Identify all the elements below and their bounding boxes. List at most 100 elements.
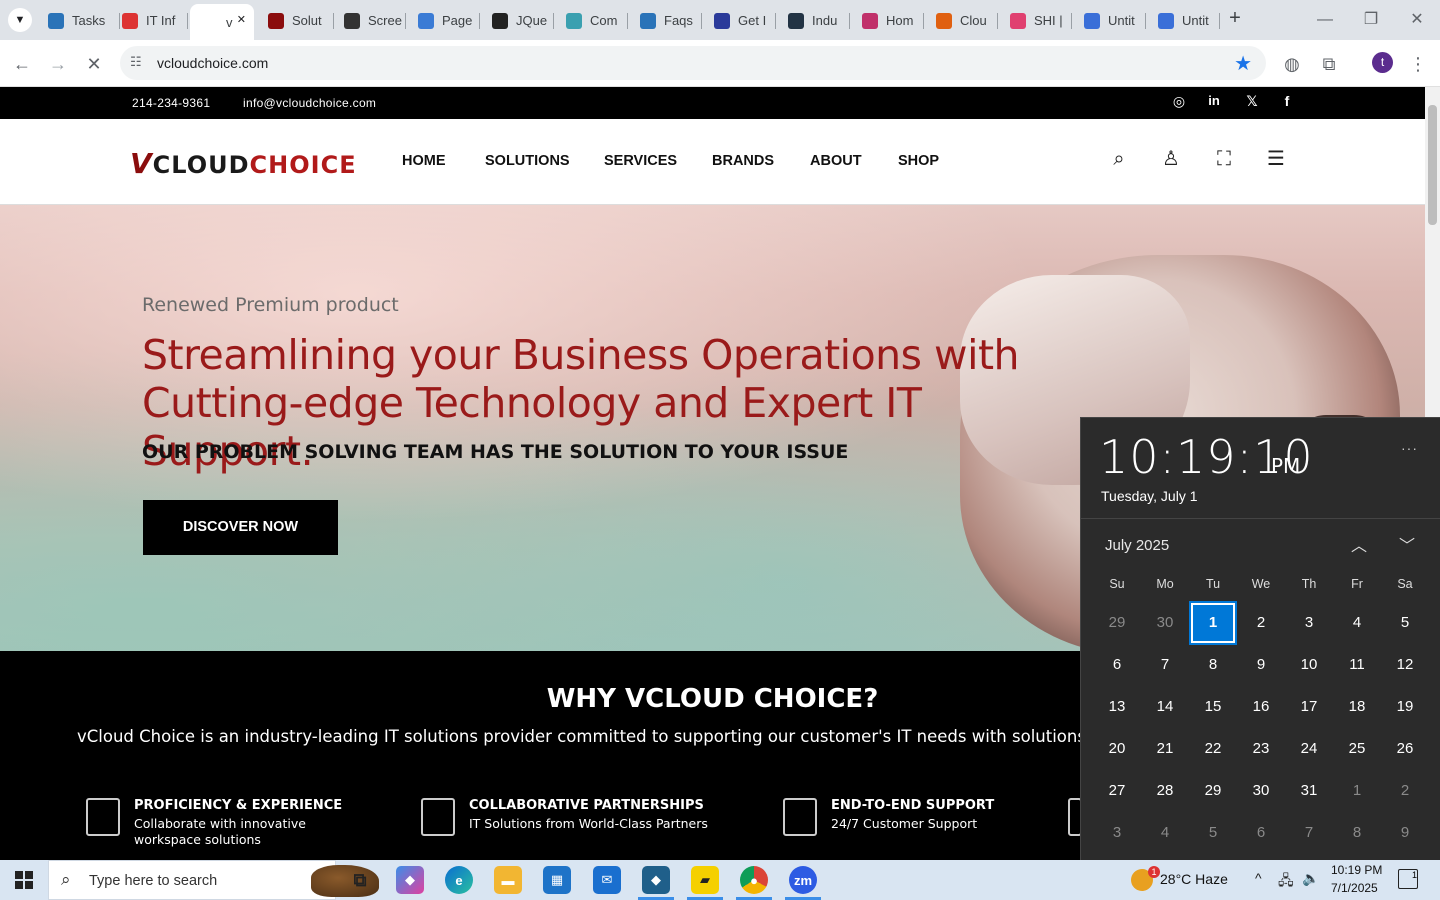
calendar-day[interactable]: 7 <box>1143 645 1187 685</box>
nav-about[interactable]: ABOUT <box>810 153 862 169</box>
bookmark-star-icon[interactable]: ★ <box>1234 51 1252 76</box>
url-text[interactable]: vcloudchoice.com <box>157 55 268 71</box>
calendar-day[interactable]: 24 <box>1287 729 1331 769</box>
stop-loading-icon[interactable]: ✕ <box>82 52 106 76</box>
calendar-day[interactable]: 20 <box>1095 729 1139 769</box>
browser-tab[interactable]: Tasks <box>48 5 120 36</box>
shopping-bag-icon[interactable]: ⛶ <box>1212 147 1236 171</box>
sticky-notes-icon[interactable]: ▰ <box>691 866 719 894</box>
weather-widget[interactable]: 28°C Haze <box>1160 871 1228 887</box>
calendar-day[interactable]: 4 <box>1143 813 1187 853</box>
taskbar-search-box[interactable]: ⌕ Type here to search <box>48 860 379 900</box>
start-button[interactable] <box>0 860 48 900</box>
app-icon[interactable]: ◆ <box>642 866 670 894</box>
mail-icon[interactable]: ✉ <box>593 866 621 894</box>
calendar-day[interactable]: 19 <box>1383 687 1427 727</box>
calendar-day[interactable]: 4 <box>1335 603 1379 643</box>
zoom-icon[interactable]: zm <box>789 866 817 894</box>
browser-tab[interactable]: Scree <box>344 5 406 36</box>
x-twitter-icon[interactable]: 𝕏 <box>1243 93 1261 110</box>
browser-tab[interactable]: Hom <box>862 5 924 36</box>
browser-tab[interactable]: v ✕ <box>190 4 254 40</box>
calendar-day[interactable]: 30 <box>1143 603 1187 643</box>
nav-solutions[interactable]: SOLUTIONS <box>485 153 570 169</box>
calendar-day[interactable]: 17 <box>1287 687 1331 727</box>
calendar-day[interactable]: 10 <box>1287 645 1331 685</box>
calendar-day[interactable]: 26 <box>1383 729 1427 769</box>
task-view-icon[interactable]: ⧉ <box>346 866 374 894</box>
calendar-day[interactable]: 7 <box>1287 813 1331 853</box>
forward-arrow-icon[interactable]: → <box>46 52 70 76</box>
calendar-day[interactable]: 3 <box>1287 603 1331 643</box>
profile-avatar[interactable]: t <box>1372 52 1393 73</box>
browser-tab[interactable]: JQue <box>492 5 554 36</box>
calendar-day[interactable]: 14 <box>1143 687 1187 727</box>
notification-center-icon[interactable]: 1 <box>1398 869 1418 889</box>
calendar-day[interactable]: 13 <box>1095 687 1139 727</box>
calendar-day[interactable]: 6 <box>1095 645 1139 685</box>
calendar-day[interactable]: 6 <box>1239 813 1283 853</box>
calendar-day[interactable]: 12 <box>1383 645 1427 685</box>
calendar-day-today[interactable]: 1 <box>1189 601 1237 645</box>
tab-search-button[interactable]: ▼ <box>8 8 32 32</box>
phone-number[interactable]: 214-234-9361 <box>132 96 210 110</box>
calendar-day[interactable]: 2 <box>1383 771 1427 811</box>
address-bar[interactable]: ☷ vcloudchoice.com ★ <box>120 46 1266 80</box>
scrollbar-thumb[interactable] <box>1428 105 1437 225</box>
new-tab-button[interactable]: + <box>1224 8 1246 30</box>
calendar-month[interactable]: July 2025 <box>1105 537 1169 554</box>
calendar-day[interactable]: 8 <box>1335 813 1379 853</box>
chevron-down-icon[interactable]: ﹀ <box>1395 532 1419 556</box>
search-placeholder[interactable]: Type here to search <box>89 873 217 889</box>
browser-tab[interactable]: Page <box>418 5 480 36</box>
browser-tab[interactable]: SHI | <box>1010 5 1072 36</box>
account-icon[interactable]: ♙ <box>1159 147 1183 171</box>
nav-services[interactable]: SERVICES <box>604 153 677 169</box>
nav-shop[interactable]: SHOP <box>898 153 939 169</box>
calendar-day[interactable]: 15 <box>1191 687 1235 727</box>
nav-home[interactable]: HOME <box>402 153 446 169</box>
close-tab-icon[interactable]: ✕ <box>237 13 246 26</box>
calendar-day[interactable]: 30 <box>1239 771 1283 811</box>
facebook-icon[interactable]: f <box>1278 93 1296 109</box>
calendar-day[interactable]: 29 <box>1191 771 1235 811</box>
hamburger-menu-icon[interactable]: ☰ <box>1264 147 1288 171</box>
browser-tab[interactable]: Faqs <box>640 5 702 36</box>
calendar-day[interactable]: 9 <box>1239 645 1283 685</box>
browser-tab[interactable]: Indu <box>788 5 850 36</box>
calendar-day[interactable]: 18 <box>1335 687 1379 727</box>
browser-tab[interactable]: Clou <box>936 5 998 36</box>
back-arrow-icon[interactable]: ← <box>10 52 34 76</box>
more-options-icon[interactable]: ··· <box>1401 440 1418 456</box>
edge-icon[interactable]: e <box>445 866 473 894</box>
calendar-day[interactable]: 5 <box>1191 813 1235 853</box>
calendar-day[interactable]: 2 <box>1239 603 1283 643</box>
instagram-icon[interactable]: ◎ <box>1170 93 1188 110</box>
calendar-day[interactable]: 23 <box>1239 729 1283 769</box>
calendar-day[interactable]: 16 <box>1239 687 1283 727</box>
browser-tab[interactable]: Untit <box>1158 5 1220 36</box>
calendar-day[interactable]: 31 <box>1287 771 1331 811</box>
calendar-day[interactable]: 8 <box>1191 645 1235 685</box>
restore-button[interactable]: ❐ <box>1356 8 1386 32</box>
calendar-day[interactable]: 22 <box>1191 729 1235 769</box>
vcloudchoice-logo[interactable]: VCLOUDCHOICE <box>130 147 357 180</box>
network-icon[interactable]: 🖧 <box>1278 870 1294 894</box>
calendar-day[interactable]: 9 <box>1383 813 1427 853</box>
close-window-button[interactable]: ✕ <box>1402 8 1432 32</box>
flyout-date[interactable]: Tuesday, July 1 <box>1101 488 1198 504</box>
volume-icon[interactable]: 🔈 <box>1302 870 1319 887</box>
calendar-day[interactable]: 1 <box>1335 771 1379 811</box>
calendar-day[interactable]: 3 <box>1095 813 1139 853</box>
calendar-day[interactable]: 29 <box>1095 603 1139 643</box>
discover-now-button[interactable]: DISCOVER NOW <box>143 500 338 555</box>
microsoft-store-icon[interactable]: ▦ <box>543 866 571 894</box>
chrome-icon[interactable]: ● <box>740 866 768 894</box>
copilot-icon[interactable]: ◆ <box>396 866 424 894</box>
browser-tab[interactable]: Com <box>566 5 628 36</box>
calendar-day[interactable]: 11 <box>1335 645 1379 685</box>
chevron-up-icon[interactable]: ︿ <box>1347 532 1371 556</box>
calendar-day[interactable]: 21 <box>1143 729 1187 769</box>
chevron-up-icon[interactable]: ^ <box>1255 870 1262 886</box>
file-explorer-icon[interactable]: ▬ <box>494 866 522 894</box>
